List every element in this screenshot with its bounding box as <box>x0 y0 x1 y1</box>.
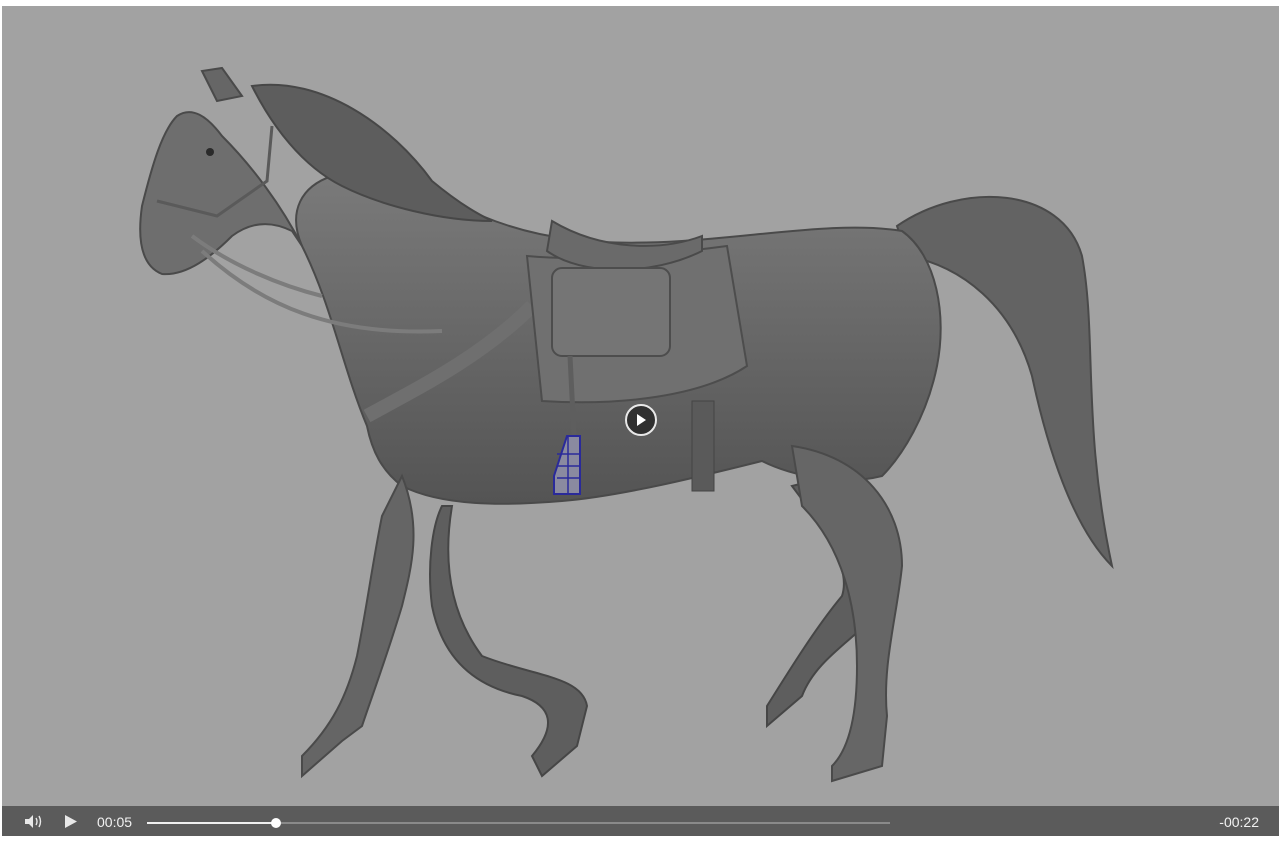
seek-bar[interactable] <box>147 818 890 828</box>
horse-head <box>139 111 303 276</box>
remaining-time: -00:22 <box>1219 814 1259 830</box>
center-play-button[interactable] <box>625 404 657 436</box>
play-icon <box>65 815 77 828</box>
play-button[interactable] <box>64 814 78 829</box>
video-player: 00:05 -00:22 <box>2 6 1279 836</box>
saddle-flap <box>551 267 671 357</box>
front-far-leg <box>429 505 589 778</box>
horse-ear <box>200 66 244 103</box>
volume-icon <box>25 815 42 828</box>
page-bottom-strip <box>0 836 1281 841</box>
elapsed-time: 00:05 <box>97 814 133 830</box>
front-near-leg <box>301 473 415 779</box>
volume-button[interactable] <box>24 814 44 829</box>
seek-bar-fill <box>147 822 276 824</box>
horse-eye <box>206 148 214 156</box>
seek-handle[interactable] <box>271 818 281 828</box>
video-viewport[interactable] <box>2 6 1279 806</box>
video-control-bar: 00:05 -00:22 <box>2 806 1279 836</box>
play-circle-icon <box>637 414 646 426</box>
girth-strap <box>691 400 715 492</box>
